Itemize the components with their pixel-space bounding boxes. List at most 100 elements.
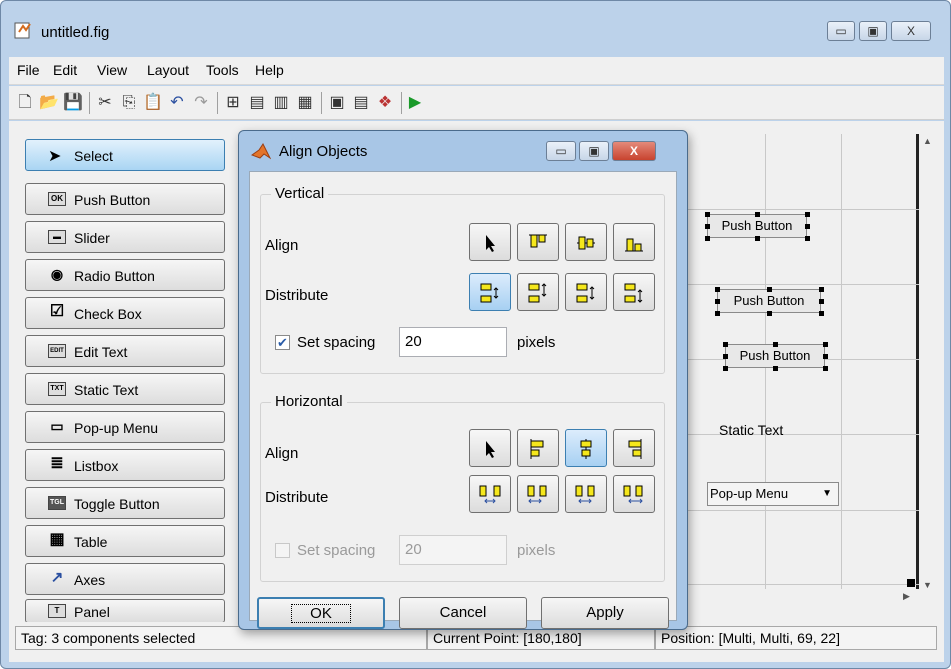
apply-button[interactable]: Apply	[541, 597, 669, 629]
dialog-maximize-button[interactable]: ▣	[579, 141, 609, 161]
align-bottom-button[interactable]	[613, 223, 655, 261]
tab-order-icon[interactable]: ▥	[271, 93, 291, 113]
align-top-button[interactable]	[517, 223, 559, 261]
menu-file[interactable]: File	[17, 62, 40, 78]
matlab-icon	[251, 143, 271, 160]
horizontal-scrollbar[interactable]: ▶	[681, 590, 919, 606]
resize-handle[interactable]	[907, 579, 915, 587]
minimize-button[interactable]: ▭	[827, 21, 855, 41]
group-title: Horizontal	[271, 393, 347, 410]
vertical-set-spacing-label: Set spacing	[297, 334, 376, 351]
copy-icon[interactable]: ⎘	[119, 93, 139, 113]
window-title: untitled.fig	[41, 24, 110, 41]
new-icon[interactable]: 🗋	[15, 93, 35, 113]
palette-label: Edit Text	[74, 344, 128, 360]
canvas-push-button[interactable]: Push Button	[707, 214, 807, 238]
palette-static-text[interactable]: TXT Static Text	[25, 373, 225, 405]
palette-label: Listbox	[74, 458, 119, 474]
distribute-left-button[interactable]	[517, 475, 559, 513]
dialog-close-button[interactable]: X	[612, 141, 656, 161]
palette-radio-button[interactable]: ◉ Radio Button	[25, 259, 225, 291]
distribute-right-button[interactable]	[613, 475, 655, 513]
menu-view[interactable]: View	[97, 62, 127, 78]
palette-listbox[interactable]: ≣ Listbox	[25, 449, 225, 481]
menu-help[interactable]: Help	[255, 62, 284, 78]
open-icon[interactable]: 📂	[39, 93, 59, 113]
palette-push-button[interactable]: OK Push Button	[25, 183, 225, 215]
object-browser-icon[interactable]: ❖	[375, 93, 395, 113]
layout-canvas[interactable]: Push Button Push Button Push Button Stat…	[681, 134, 919, 589]
distribute-middle-icon	[576, 283, 595, 303]
vertical-spacing-input[interactable]: 20	[399, 327, 507, 357]
table-icon: ▦	[49, 531, 65, 548]
palette-label: Slider	[74, 230, 110, 246]
distribute-center-button[interactable]	[565, 475, 607, 513]
distribute-top-button[interactable]	[517, 273, 559, 311]
palette-popup-menu[interactable]: ▭ Pop-up Menu	[25, 411, 225, 443]
horizontal-align-none-button[interactable]	[469, 429, 511, 467]
vertical-scrollbar[interactable]: ▲ ▼	[919, 134, 937, 604]
editor-icon[interactable]: ▣	[327, 93, 347, 113]
menu-editor-icon[interactable]: ▤	[247, 93, 267, 113]
paste-icon[interactable]: 📋	[143, 93, 163, 113]
align-right-button[interactable]	[613, 429, 655, 467]
menu-tools[interactable]: Tools	[206, 62, 239, 78]
cancel-button[interactable]: Cancel	[399, 597, 527, 629]
axes-icon: ↗	[50, 569, 64, 586]
horizontal-spacing-input[interactable]: 20	[399, 535, 507, 565]
align-left-button[interactable]	[517, 429, 559, 467]
edit-text-icon: EDIT	[48, 344, 66, 358]
ok-button[interactable]: OK	[257, 597, 385, 629]
distribute-horizontal-gap-icon	[479, 485, 501, 504]
palette-table[interactable]: ▦ Table	[25, 525, 225, 557]
slider-icon: ▬	[48, 230, 66, 244]
vertical-set-spacing-checkbox[interactable]: ✔	[275, 335, 290, 350]
close-button[interactable]: X	[891, 21, 931, 41]
toolbar-editor-icon[interactable]: ▦	[295, 93, 315, 113]
palette-toggle-button[interactable]: TGL Toggle Button	[25, 487, 225, 519]
menu-bar: File Edit View Layout Tools Help	[9, 57, 944, 85]
palette-edit-text[interactable]: EDIT Edit Text	[25, 335, 225, 367]
run-icon[interactable]: ▶	[405, 93, 425, 113]
listbox-icon: ≣	[50, 455, 64, 472]
undo-icon[interactable]: ↶	[167, 93, 187, 113]
palette-check-box[interactable]: ☑ Check Box	[25, 297, 225, 329]
scroll-right-icon[interactable]: ▶	[903, 591, 910, 602]
vertical-align-none-button[interactable]	[469, 223, 511, 261]
menu-layout[interactable]: Layout	[147, 62, 189, 78]
palette-slider[interactable]: ▬ Slider	[25, 221, 225, 253]
distribute-vertical-gap-button[interactable]	[469, 273, 511, 311]
popup-label: Pop-up Menu	[710, 486, 789, 501]
redo-icon[interactable]: ↷	[191, 93, 211, 113]
palette-axes[interactable]: ↗ Axes	[25, 563, 225, 595]
align-center-button[interactable]	[565, 429, 607, 467]
canvas-push-button[interactable]: Push Button	[725, 344, 825, 368]
align-center-icon	[580, 439, 592, 459]
scroll-up-icon[interactable]: ▲	[923, 136, 932, 146]
maximize-button[interactable]: ▣	[859, 21, 887, 41]
cut-icon[interactable]: ✂	[95, 93, 115, 113]
menu-edit[interactable]: Edit	[53, 62, 77, 78]
canvas-push-button[interactable]: Push Button	[717, 289, 821, 313]
align-icon[interactable]: ⊞	[223, 93, 243, 113]
canvas-static-text[interactable]: Static Text	[719, 422, 783, 438]
align-middle-icon	[577, 236, 595, 250]
distribute-middle-button[interactable]	[565, 273, 607, 311]
save-icon[interactable]: 💾	[63, 93, 83, 113]
scroll-down-icon[interactable]: ▼	[923, 580, 932, 590]
align-middle-button[interactable]	[565, 223, 607, 261]
property-inspector-icon[interactable]: ▤	[351, 93, 371, 113]
dialog-title: Align Objects	[279, 143, 368, 160]
palette-panel[interactable]: T Panel	[25, 599, 225, 623]
palette-label: Pop-up Menu	[74, 420, 159, 436]
toolbar: 🗋 📂 💾 ✂ ⎘ 📋 ↶ ↷ ⊞ ▤ ▥ ▦ ▣ ▤ ❖ ▶	[9, 86, 944, 120]
dialog-minimize-button[interactable]: ▭	[546, 141, 576, 161]
group-title: Vertical	[271, 185, 329, 202]
vertical-align-label: Align	[265, 237, 299, 254]
palette-label: Radio Button	[74, 268, 155, 284]
canvas-popup-menu[interactable]: Pop-up Menu ▼	[707, 482, 839, 506]
horizontal-set-spacing-checkbox[interactable]	[275, 543, 290, 558]
palette-select-button[interactable]: ➤ Select	[25, 139, 225, 171]
distribute-bottom-button[interactable]	[613, 273, 655, 311]
distribute-horizontal-gap-button[interactable]	[469, 475, 511, 513]
